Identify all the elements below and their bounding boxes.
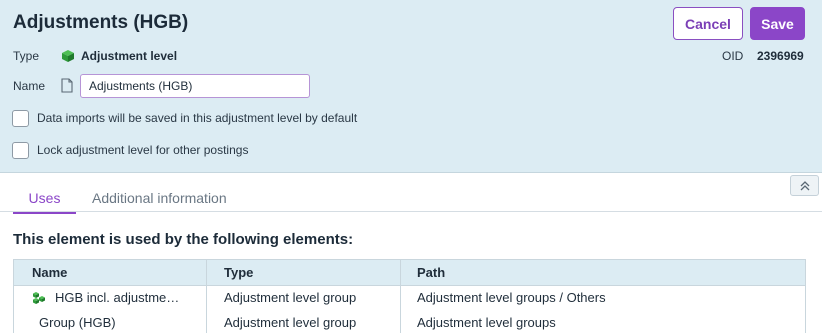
type-value: Adjustment level	[81, 49, 178, 63]
row-path: Adjustment level groups / Others	[417, 290, 606, 305]
row-name: HGB incl. adjustme…	[55, 290, 180, 305]
uses-table: Name Type Path HGB incl. adjustme… Adjus…	[13, 259, 806, 333]
tab-additional-information[interactable]: Additional information	[92, 190, 227, 206]
column-header-name[interactable]: Name	[32, 265, 67, 280]
tab-uses[interactable]: Uses	[13, 190, 76, 214]
default-import-checkbox[interactable]	[12, 110, 29, 127]
name-input[interactable]	[80, 74, 310, 98]
lock-postings-label: Lock adjustment level for other postings	[37, 143, 249, 157]
row-name: Group (HGB)	[39, 315, 116, 330]
oid-value: 2396969	[757, 49, 804, 63]
table-header: Name Type Path	[14, 260, 805, 286]
row-type: Adjustment level group	[224, 315, 357, 330]
group-icon	[33, 292, 45, 304]
type-label: Type	[13, 49, 40, 63]
cancel-button[interactable]: Cancel	[673, 7, 743, 40]
tab-bar: Uses Additional information	[0, 186, 822, 214]
oid-label: OID	[722, 49, 744, 63]
default-import-label: Data imports will be saved in this adjus…	[37, 111, 358, 125]
collapse-button[interactable]	[790, 175, 819, 196]
header-panel: Adjustments (HGB) Cancel Save Type Adjus…	[0, 0, 822, 173]
double-chevron-up-icon	[800, 180, 809, 190]
column-header-path[interactable]: Path	[417, 265, 445, 280]
column-divider	[400, 260, 401, 333]
uses-heading: This element is used by the following el…	[13, 231, 354, 248]
lock-postings-checkbox[interactable]	[12, 142, 29, 159]
name-label: Name	[13, 79, 46, 93]
cube-icon	[62, 50, 74, 62]
row-path: Adjustment level groups	[417, 315, 556, 330]
column-divider	[206, 260, 207, 333]
document-icon	[61, 78, 73, 93]
column-header-type[interactable]: Type	[224, 265, 253, 280]
save-button[interactable]: Save	[750, 7, 805, 40]
row-type: Adjustment level group	[224, 290, 357, 305]
page-title: Adjustments (HGB)	[13, 12, 189, 33]
